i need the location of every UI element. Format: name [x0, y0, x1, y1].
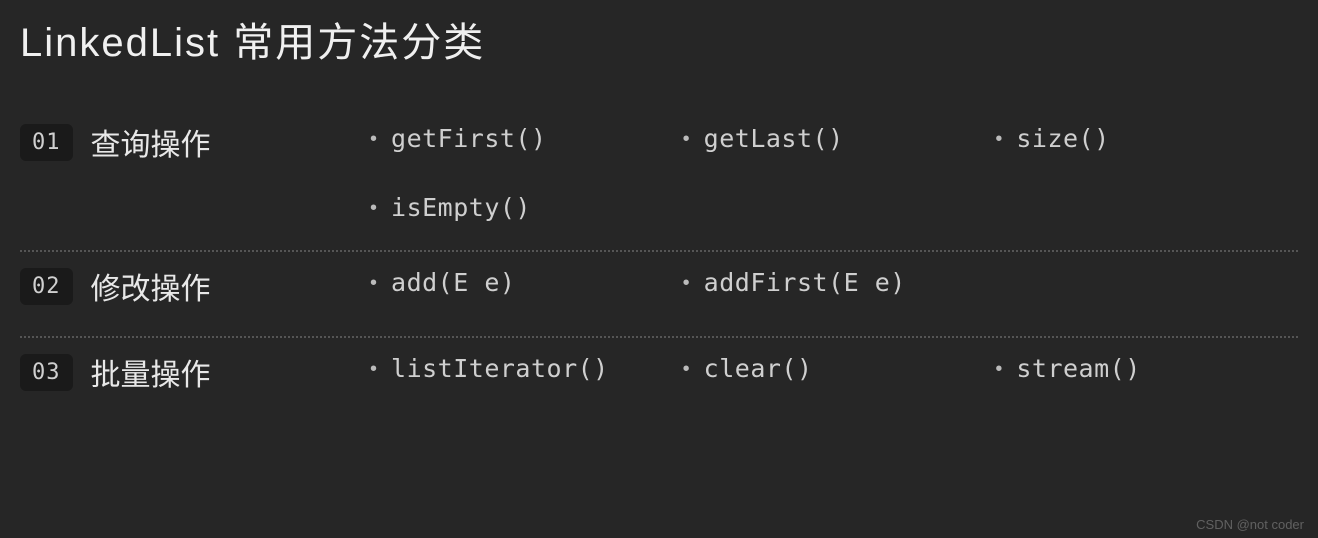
section-number: 01 — [20, 124, 73, 161]
watermark: CSDN @not coder — [1196, 517, 1304, 532]
list-item: • clear() — [683, 354, 986, 383]
section-header: 03 批量操作 — [20, 350, 370, 394]
bullet-icon: • — [995, 129, 1002, 149]
bullet-icon: • — [683, 359, 690, 379]
list-item: • size() — [995, 124, 1298, 153]
method-name: addFirst(E e) — [704, 268, 906, 297]
section-modify: 02 修改操作 • add(E e) • addFirst(E e) — [20, 252, 1298, 336]
section-number: 02 — [20, 268, 73, 305]
method-name: clear() — [704, 354, 813, 383]
method-name: stream() — [1016, 354, 1140, 383]
list-item: • getLast() — [683, 124, 986, 153]
methods-list: • add(E e) • addFirst(E e) — [370, 264, 1298, 297]
list-item: • stream() — [995, 354, 1298, 383]
page-title: LinkedList 常用方法分类 — [20, 10, 1298, 68]
method-name: listIterator() — [391, 354, 609, 383]
section-title: 批量操作 — [91, 350, 211, 394]
methods-list: • getFirst() • getLast() • size() • isEm… — [370, 120, 1298, 222]
bullet-icon: • — [370, 198, 377, 218]
section-query: 01 查询操作 • getFirst() • getLast() • size(… — [20, 108, 1298, 250]
list-item: • add(E e) — [370, 268, 673, 297]
bullet-icon: • — [370, 273, 377, 293]
bullet-icon: • — [370, 359, 377, 379]
list-item: • isEmpty() — [370, 193, 673, 222]
list-item: • getFirst() — [370, 124, 673, 153]
bullet-icon: • — [683, 129, 690, 149]
bullet-icon: • — [370, 129, 377, 149]
section-title: 查询操作 — [91, 120, 211, 164]
section-title: 修改操作 — [91, 264, 211, 308]
section-header: 02 修改操作 — [20, 264, 370, 308]
method-name: add(E e) — [391, 268, 515, 297]
methods-list: • listIterator() • clear() • stream() — [370, 350, 1298, 383]
section-number: 03 — [20, 354, 73, 391]
section-header: 01 查询操作 — [20, 120, 370, 164]
list-item: • listIterator() — [370, 354, 673, 383]
method-name: isEmpty() — [391, 193, 531, 222]
method-name: size() — [1016, 124, 1109, 153]
method-name: getLast() — [704, 124, 844, 153]
list-item: • addFirst(E e) — [683, 268, 986, 297]
bullet-icon: • — [683, 273, 690, 293]
bullet-icon: • — [995, 359, 1002, 379]
section-batch: 03 批量操作 • listIterator() • clear() • str… — [20, 338, 1298, 422]
method-name: getFirst() — [391, 124, 547, 153]
